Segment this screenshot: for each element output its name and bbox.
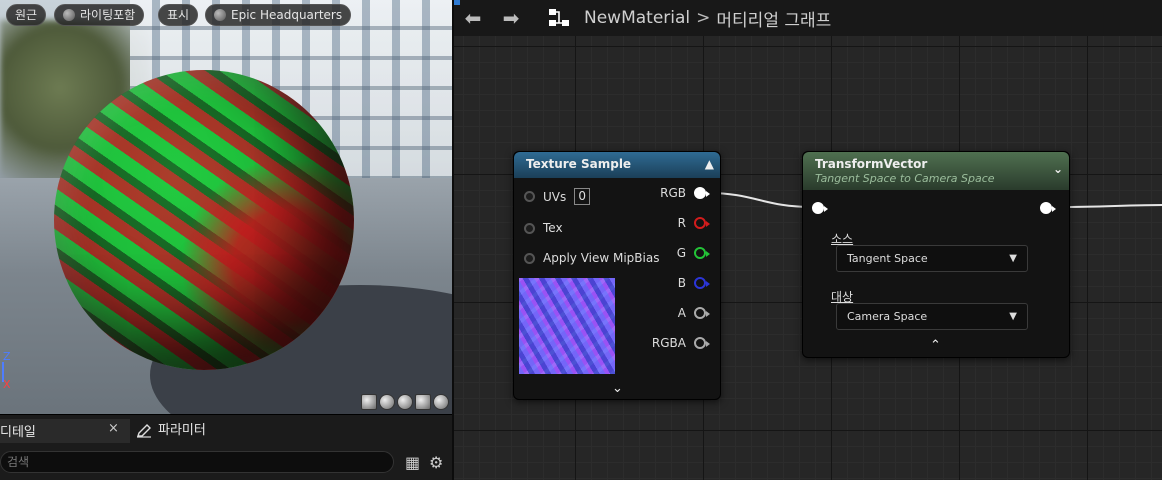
axis-x-label: X [3,378,11,391]
tab-parameters[interactable]: 파라미터 [136,419,206,443]
chevron-down-icon: ▼ [1009,253,1017,264]
expand-chevron-icon[interactable]: ⌄ [612,381,623,396]
mipbias-label: Apply View MipBias [543,251,660,265]
cube-preview-icon[interactable] [415,394,431,410]
b-output-row[interactable]: B [677,276,710,290]
a-output-row[interactable]: A [677,306,710,320]
material-graph-canvas[interactable]: ⬅ ➡ NewMaterial > 머티리얼 그래프 Texture Sampl… [452,0,1162,480]
r-output-row[interactable]: R [677,216,710,230]
uvs-input-pin[interactable] [524,191,535,202]
wire-transform-output [1057,204,1162,208]
cylinder-preview-icon[interactable] [361,394,377,410]
scene-icon [214,9,226,21]
sphere-preview-icon[interactable] [379,394,395,410]
texture-sample-node[interactable]: Texture Sample ▲ UVs 0 Tex Apply View Mi… [513,151,721,400]
target-space-select[interactable]: Camera Space ▼ [836,303,1028,330]
r-label: R [677,216,686,230]
tab-parameters-label: 파라미터 [158,423,206,438]
axis-z-label: Z [3,350,11,363]
mipbias-input-pin-row[interactable]: Apply View MipBias [524,251,659,265]
source-space-select[interactable]: Tangent Space ▼ [836,245,1028,272]
g-output-row[interactable]: G [676,246,710,260]
preview-scene-button[interactable]: Epic Headquarters [205,4,352,26]
show-label: 표시 [167,8,190,22]
transform-output-pin[interactable] [1040,202,1056,214]
b-label: B [677,276,686,290]
preview-sphere [54,70,354,370]
search-placeholder: 검색 [7,455,30,469]
lit-mode-button[interactable]: 라이팅포함 [54,4,145,26]
tex-label: Tex [543,221,563,235]
texture-sample-header[interactable]: Texture Sample ▲ [514,152,720,178]
collapse-advanced-icon[interactable]: ⌃ [930,338,941,353]
preview-scene-label: Epic Headquarters [231,8,343,22]
rgb-label: RGB [660,186,686,200]
texture-thumbnail[interactable] [519,278,615,374]
uvs-value-field[interactable]: 0 [574,188,591,205]
pencil-icon [137,424,151,438]
transform-vector-title: TransformVector [815,157,928,171]
texture-sample-title: Texture Sample [526,157,632,171]
axis-gizmo: Z X [0,350,14,391]
gear-icon[interactable]: ⚙ [429,453,443,472]
material-preview-viewport[interactable]: 원근 라이팅포함 표시 Epic Headquarters Z X [0,0,452,414]
source-space-value: Tangent Space [847,252,928,265]
tab-details-label: 디테일 [0,425,36,440]
plane-preview-icon[interactable] [397,394,413,410]
perspective-label: 원근 [15,8,38,22]
b-output-pin[interactable] [694,277,710,289]
rgba-label: RGBA [651,336,686,350]
chevron-down-icon: ▼ [1009,311,1017,322]
close-icon[interactable]: × [108,421,119,436]
rgb-output-pin[interactable] [694,187,710,199]
teapot-preview-icon[interactable] [433,394,449,410]
lit-sphere-icon [63,9,75,21]
g-label: G [676,246,686,260]
transform-vector-node[interactable]: TransformVector Tangent Space to Camera … [802,151,1070,358]
perspective-button[interactable]: 원근 [6,4,47,26]
transform-input-pin[interactable] [812,202,828,214]
a-label: A [677,306,686,320]
preview-shape-toolbar [361,394,449,410]
a-output-pin[interactable] [694,307,710,319]
wire-rgb-to-transform [707,192,813,208]
show-button[interactable]: 표시 [158,4,199,26]
rgb-output-row[interactable]: RGB [660,186,710,200]
details-panel: 디테일 × 파라미터 검색 ▦ ⚙ [0,414,452,480]
transform-vector-subtitle: Tangent Space to Camera Space [815,172,995,185]
rgba-output-pin[interactable] [694,337,710,349]
target-space-value: Camera Space [847,310,928,323]
uvs-input-pin-row[interactable]: UVs 0 [524,188,591,205]
search-input[interactable]: 검색 [0,451,394,473]
collapse-chevron-icon[interactable]: ▲ [705,157,714,171]
rgba-output-row[interactable]: RGBA [651,336,710,350]
collapse-chevron-icon[interactable]: ⌄ [1053,162,1063,176]
lit-mode-label: 라이팅포함 [80,8,136,22]
mipbias-input-pin[interactable] [524,252,535,264]
tex-input-pin[interactable] [524,222,535,234]
transform-vector-header[interactable]: TransformVector Tangent Space to Camera … [803,152,1069,190]
g-output-pin[interactable] [694,247,710,259]
r-output-pin[interactable] [694,217,710,229]
tex-input-pin-row[interactable]: Tex [524,221,563,235]
uvs-label: UVs [543,189,567,204]
table-view-icon[interactable]: ▦ [405,453,420,472]
